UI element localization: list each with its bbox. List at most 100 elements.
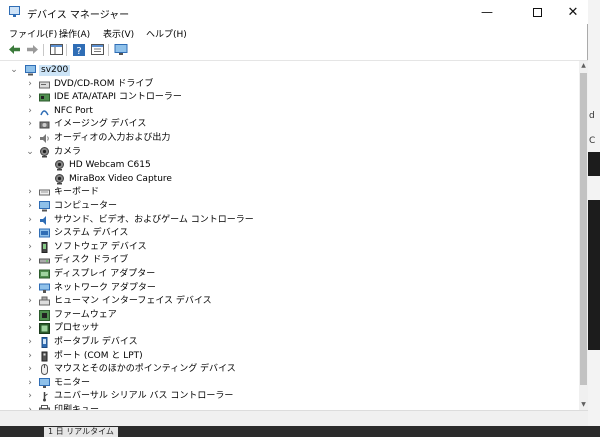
- menu-view[interactable]: 表示(V): [103, 27, 134, 40]
- tree-item-label: ソフトウェア デバイス: [54, 241, 147, 252]
- tree-item[interactable]: › コンピューター: [0, 200, 579, 214]
- tree-item-label: ヒューマン インターフェイス デバイス: [54, 296, 212, 307]
- scan-hardware-button[interactable]: [114, 43, 128, 56]
- webcam-icon: [54, 160, 65, 171]
- properties-icon: [90, 44, 104, 55]
- chevron-right-icon[interactable]: ›: [26, 79, 34, 90]
- chevron-right-icon[interactable]: ›: [26, 364, 34, 375]
- tree-item[interactable]: › ポート (COM と LPT): [0, 350, 579, 364]
- console-tree-icon: [49, 44, 63, 55]
- monitor-scan-icon: [114, 43, 128, 55]
- chevron-right-icon[interactable]: ›: [26, 106, 34, 117]
- tree-item-label: システム デバイス: [54, 228, 129, 239]
- tree-item[interactable]: › システム デバイス: [0, 227, 579, 241]
- tree-item[interactable]: › モニター: [0, 377, 579, 391]
- chevron-right-icon[interactable]: ›: [26, 391, 34, 402]
- tree-item[interactable]: › ポータブル デバイス: [0, 336, 579, 350]
- camera-icon: [39, 146, 50, 158]
- webcam-icon: [54, 173, 65, 185]
- chevron-right-icon[interactable]: ›: [26, 201, 34, 212]
- chevron-right-icon[interactable]: ›: [26, 133, 34, 144]
- tree-item[interactable]: › マウスとそのほかのポインティング デバイス: [0, 363, 579, 377]
- scroll-up-arrow-icon[interactable]: ▲: [579, 61, 588, 71]
- tree-item-label: IDE ATA/ATAPI コントローラー: [54, 92, 182, 103]
- menu-action[interactable]: 操作(A): [59, 27, 90, 40]
- tree-item[interactable]: › ソフトウェア デバイス: [0, 241, 579, 255]
- chevron-right-icon[interactable]: ›: [26, 337, 34, 348]
- help-button[interactable]: ?: [72, 43, 86, 56]
- monitor-icon: [39, 377, 50, 389]
- tree-item-label: カメラ: [54, 146, 82, 157]
- chevron-down-icon[interactable]: ⌄: [26, 147, 34, 158]
- tree-item[interactable]: › イメージング デバイス: [0, 118, 579, 132]
- status-bar: [0, 410, 588, 426]
- toolbar-separator: [43, 44, 44, 56]
- tree-root-node[interactable]: ⌄ sv200: [0, 64, 579, 78]
- tree-child-item[interactable]: MiraBox Video Capture: [0, 173, 579, 187]
- back-button[interactable]: [7, 43, 21, 56]
- tree-item[interactable]: › ファームウェア: [0, 309, 579, 323]
- show-hide-console-tree-button[interactable]: [49, 43, 63, 56]
- device-tree[interactable]: ⌄ sv200 › DVD/CD-ROM ドライブ › IDE ATA/ATAPI コント…: [0, 61, 579, 410]
- tree-item[interactable]: › IDE ATA/ATAPI コントローラー: [0, 91, 579, 105]
- chevron-right-icon[interactable]: ›: [26, 215, 34, 226]
- background-text: d: [589, 111, 595, 121]
- chevron-right-icon[interactable]: ›: [26, 255, 34, 266]
- tree-item[interactable]: ⌄ カメラ: [0, 146, 579, 160]
- background-dark-block: [588, 152, 600, 176]
- chevron-down-icon[interactable]: ⌄: [10, 65, 18, 76]
- tree-item[interactable]: › オーディオの入力および出力: [0, 132, 579, 146]
- forward-button[interactable]: [25, 43, 39, 56]
- chevron-right-icon[interactable]: ›: [26, 269, 34, 280]
- chevron-right-icon[interactable]: ›: [26, 283, 34, 294]
- tree-item-label: MiraBox Video Capture: [69, 173, 172, 184]
- properties-button[interactable]: [90, 43, 104, 56]
- tree-item[interactable]: › ディスプレイ アダプター: [0, 268, 579, 282]
- chevron-right-icon[interactable]: ›: [26, 242, 34, 253]
- background-dark-block: [588, 200, 600, 350]
- tree-item[interactable]: › ユニバーサル シリアル バス コントローラー: [0, 390, 579, 404]
- device-manager-app-icon: [9, 6, 20, 17]
- chevron-right-icon[interactable]: ›: [26, 378, 34, 389]
- chevron-right-icon[interactable]: ›: [26, 351, 34, 362]
- vertical-scrollbar[interactable]: ▲ ▼: [579, 61, 588, 410]
- ide-controller-icon: [39, 92, 50, 103]
- arrow-left-icon: [8, 45, 20, 54]
- chevron-right-icon[interactable]: ›: [26, 310, 34, 321]
- background-window-edge: d C: [588, 0, 600, 437]
- chevron-right-icon[interactable]: ›: [26, 323, 34, 334]
- chevron-right-icon[interactable]: ›: [26, 296, 34, 307]
- tree-item-label: マウスとそのほかのポインティング デバイス: [54, 364, 236, 375]
- tree-child-item[interactable]: HD Webcam C615: [0, 159, 579, 173]
- tree-item-label: プロセッサ: [54, 323, 100, 334]
- tree-item[interactable]: › キーボード: [0, 186, 579, 200]
- taskbar-item[interactable]: 1 日 リアルタイム: [44, 427, 118, 437]
- tree-item-label: ユニバーサル シリアル バス コントローラー: [54, 391, 234, 402]
- tree-item[interactable]: › ディスク ドライブ: [0, 254, 579, 268]
- title-bar[interactable]: デバイス マネージャー — ✕: [0, 0, 588, 24]
- minimize-button[interactable]: —: [470, 0, 504, 24]
- close-button[interactable]: ✕: [556, 0, 590, 24]
- tree-item-label: ポータブル デバイス: [54, 337, 138, 347]
- chevron-right-icon[interactable]: ›: [26, 228, 34, 239]
- tree-item[interactable]: › プロセッサ: [0, 322, 579, 336]
- port-icon: [39, 351, 50, 362]
- tree-item[interactable]: › サウンド、ビデオ、およびゲーム コントローラー: [0, 214, 579, 228]
- tree-item-label: ポート (COM と LPT): [54, 350, 143, 361]
- tree-item-label: オーディオの入力および出力: [54, 133, 171, 143]
- tree-item[interactable]: › ヒューマン インターフェイス デバイス: [0, 295, 579, 309]
- tree-item[interactable]: › NFC Port: [0, 105, 579, 119]
- tree-item[interactable]: › ネットワーク アダプター: [0, 282, 579, 296]
- menu-help[interactable]: ヘルプ(H): [146, 27, 187, 40]
- chevron-right-icon[interactable]: ›: [26, 119, 34, 130]
- chevron-right-icon[interactable]: ›: [26, 92, 34, 103]
- chevron-right-icon[interactable]: ›: [26, 187, 34, 198]
- software-device-icon: [39, 241, 50, 253]
- maximize-button[interactable]: [520, 0, 554, 24]
- scroll-down-arrow-icon[interactable]: ▼: [579, 400, 588, 410]
- speaker-icon: [39, 133, 50, 144]
- menu-file[interactable]: ファイル(F): [9, 27, 57, 40]
- scrollbar-thumb[interactable]: [580, 73, 587, 385]
- menu-bar: ファイル(F) 操作(A) 表示(V) ヘルプ(H): [0, 24, 588, 40]
- tree-item[interactable]: › DVD/CD-ROM ドライブ: [0, 78, 579, 92]
